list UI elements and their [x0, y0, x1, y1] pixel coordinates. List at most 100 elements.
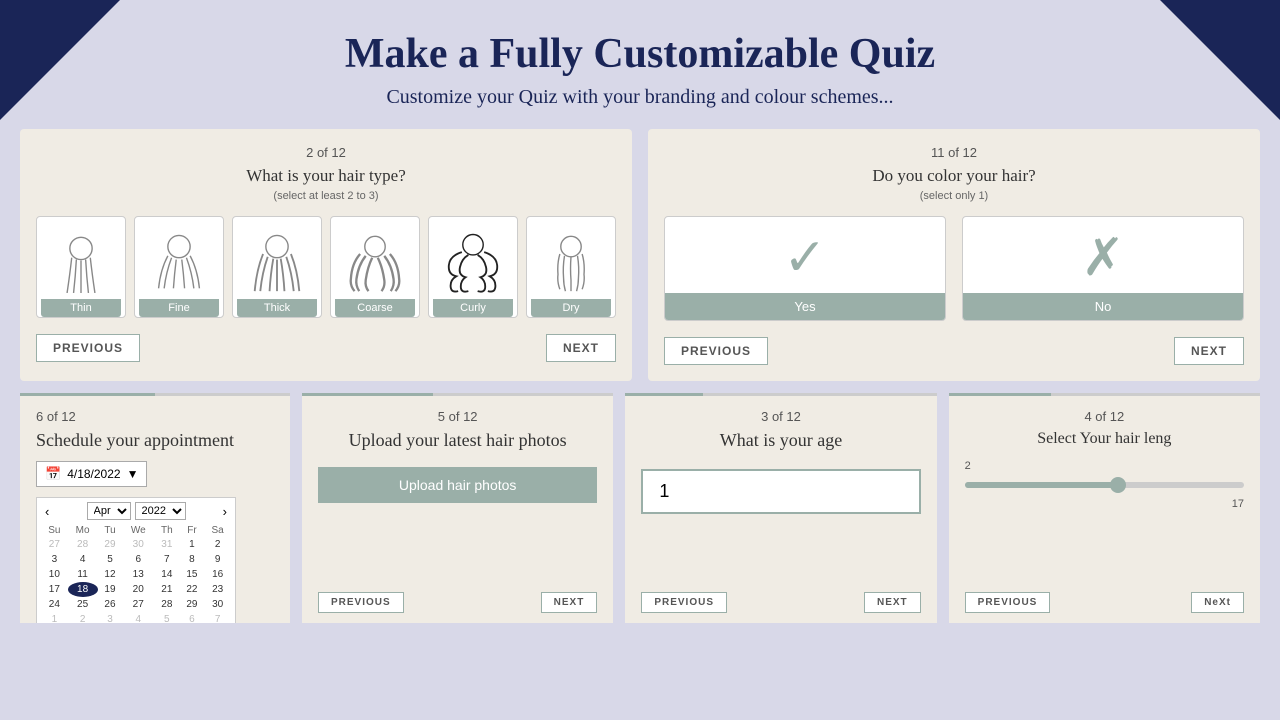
cal-day[interactable]: 10 [41, 567, 68, 582]
cal-day[interactable]: 30 [122, 537, 154, 552]
date-picker[interactable]: 📅 4/18/2022 ▼ [36, 461, 147, 487]
cal-day[interactable]: 3 [98, 612, 123, 623]
hair-option-curly[interactable]: Curly [428, 216, 518, 318]
quiz6-progress: 4 of 12 [965, 409, 1244, 424]
cal-day[interactable]: 16 [204, 567, 231, 582]
quiz1-next-button[interactable]: NEXT [546, 334, 616, 362]
quiz4-progress: 5 of 12 [318, 409, 597, 424]
cal-day[interactable]: 6 [122, 552, 154, 567]
cal-day[interactable]: 4 [68, 552, 98, 567]
month-select[interactable]: Apr [87, 502, 131, 520]
cal-day[interactable]: 1 [180, 537, 205, 552]
quiz4-next-button[interactable]: NEXT [541, 592, 598, 613]
quiz2-hint: (select only 1) [664, 190, 1244, 202]
quiz-card-length: 4 of 12 Select Your hair leng 2 17 PREVI… [949, 393, 1260, 623]
cal-day[interactable]: 14 [154, 567, 180, 582]
yn-yes-option[interactable]: ✓ Yes [664, 216, 946, 321]
slider-min-label: 2 [965, 460, 971, 472]
main-content: 2 of 12 What is your hair type? (select … [0, 129, 1280, 623]
quiz2-buttons: PREVIOUS NEXT [664, 337, 1244, 365]
cal-day[interactable]: 27 [41, 537, 68, 552]
year-select[interactable]: 2022 [135, 502, 186, 520]
cal-day[interactable]: 2 [204, 537, 231, 552]
cal-day[interactable]: 28 [154, 597, 180, 612]
cal-day[interactable]: 6 [180, 612, 205, 623]
cal-day[interactable]: 13 [122, 567, 154, 582]
cal-day[interactable]: 22 [180, 582, 205, 597]
cal-day[interactable]: 30 [204, 597, 231, 612]
cal-th-sa: Sa [204, 524, 231, 537]
cal-day[interactable]: 8 [180, 552, 205, 567]
calendar-icon: 📅 [45, 466, 61, 482]
age-input[interactable] [641, 469, 920, 514]
hair-icon-thick [242, 225, 312, 295]
quiz-card-age: 3 of 12 What is your age PREVIOUS NEXT [625, 393, 936, 623]
cal-day[interactable]: 7 [154, 552, 180, 567]
cal-day[interactable]: 1 [41, 612, 68, 623]
quiz2-prev-button[interactable]: PREVIOUS [664, 337, 768, 365]
quiz2-next-button[interactable]: NEXT [1174, 337, 1244, 365]
cal-day[interactable]: 26 [98, 597, 123, 612]
cal-day[interactable]: 24 [41, 597, 68, 612]
hair-option-thin[interactable]: Thin [36, 216, 126, 318]
quiz-card-color-hair: 11 of 12 Do you color your hair? (select… [648, 129, 1260, 381]
cal-day[interactable]: 11 [68, 567, 98, 582]
cal-day[interactable]: 31 [154, 537, 180, 552]
cal-day[interactable]: 18 [68, 582, 98, 597]
cal-day[interactable]: 25 [68, 597, 98, 612]
yn-yes-label: Yes [665, 293, 945, 320]
quiz4-buttons: PREVIOUS NEXT [318, 592, 597, 613]
cal-day[interactable]: 28 [68, 537, 98, 552]
quiz6-prev-button[interactable]: PREVIOUS [965, 592, 1051, 613]
hair-icon-thin [46, 225, 116, 295]
quiz2-question: Do you color your hair? [664, 166, 1244, 186]
hair-option-fine[interactable]: Fine [134, 216, 224, 318]
cal-day[interactable]: 27 [122, 597, 154, 612]
cal-day[interactable]: 17 [41, 582, 68, 597]
cal-day[interactable]: 9 [204, 552, 231, 567]
quiz1-prev-button[interactable]: PREVIOUS [36, 334, 140, 362]
cal-th-we: We [122, 524, 154, 537]
cal-day[interactable]: 19 [98, 582, 123, 597]
cal-day[interactable]: 23 [204, 582, 231, 597]
cal-next-button[interactable]: › [219, 504, 231, 519]
cal-day[interactable]: 3 [41, 552, 68, 567]
quiz5-next-button[interactable]: NEXT [864, 592, 921, 613]
quiz5-progress: 3 of 12 [641, 409, 920, 424]
hair-option-dry[interactable]: Dry [526, 216, 616, 318]
quiz4-question: Upload your latest hair photos [318, 430, 597, 451]
quiz5-prev-button[interactable]: PREVIOUS [641, 592, 727, 613]
slider-track[interactable] [965, 482, 1244, 488]
cal-day[interactable]: 5 [154, 612, 180, 623]
hair-option-thick[interactable]: Thick [232, 216, 322, 318]
upload-button[interactable]: Upload hair photos [318, 467, 597, 503]
cal-day[interactable]: 29 [98, 537, 123, 552]
slider-thumb[interactable] [1110, 477, 1126, 493]
cal-day[interactable]: 12 [98, 567, 123, 582]
yn-no-option[interactable]: ✗ No [962, 216, 1244, 321]
cal-day[interactable]: 2 [68, 612, 98, 623]
cal-day[interactable]: 4 [122, 612, 154, 623]
cal-day[interactable]: 5 [98, 552, 123, 567]
hair-option-coarse[interactable]: Coarse [330, 216, 420, 318]
cross-icon: ✗ [963, 233, 1243, 285]
quiz1-question: What is your hair type? [36, 166, 616, 186]
yn-no-label: No [963, 293, 1243, 320]
yn-options: ✓ Yes ✗ No [664, 216, 1244, 321]
cal-day[interactable]: 29 [180, 597, 205, 612]
hair-label-coarse: Coarse [335, 299, 415, 317]
hair-icon-curly [438, 225, 508, 295]
top-row: 2 of 12 What is your hair type? (select … [20, 129, 1260, 381]
quiz6-next-button[interactable]: NeXt [1191, 592, 1244, 613]
date-value: 4/18/2022 [67, 467, 120, 481]
cal-day[interactable]: 15 [180, 567, 205, 582]
date-dropdown-arrow: ▼ [127, 467, 139, 481]
quiz4-prev-button[interactable]: PREVIOUS [318, 592, 404, 613]
cal-day[interactable]: 7 [204, 612, 231, 623]
cal-day[interactable]: 20 [122, 582, 154, 597]
page-subtitle: Customize your Quiz with your branding a… [0, 86, 1280, 109]
cal-day[interactable]: 21 [154, 582, 180, 597]
cal-prev-button[interactable]: ‹ [41, 504, 53, 519]
mini-calendar: ‹ Apr 2022 › Su Mo [36, 497, 236, 623]
cal-th-su: Su [41, 524, 68, 537]
